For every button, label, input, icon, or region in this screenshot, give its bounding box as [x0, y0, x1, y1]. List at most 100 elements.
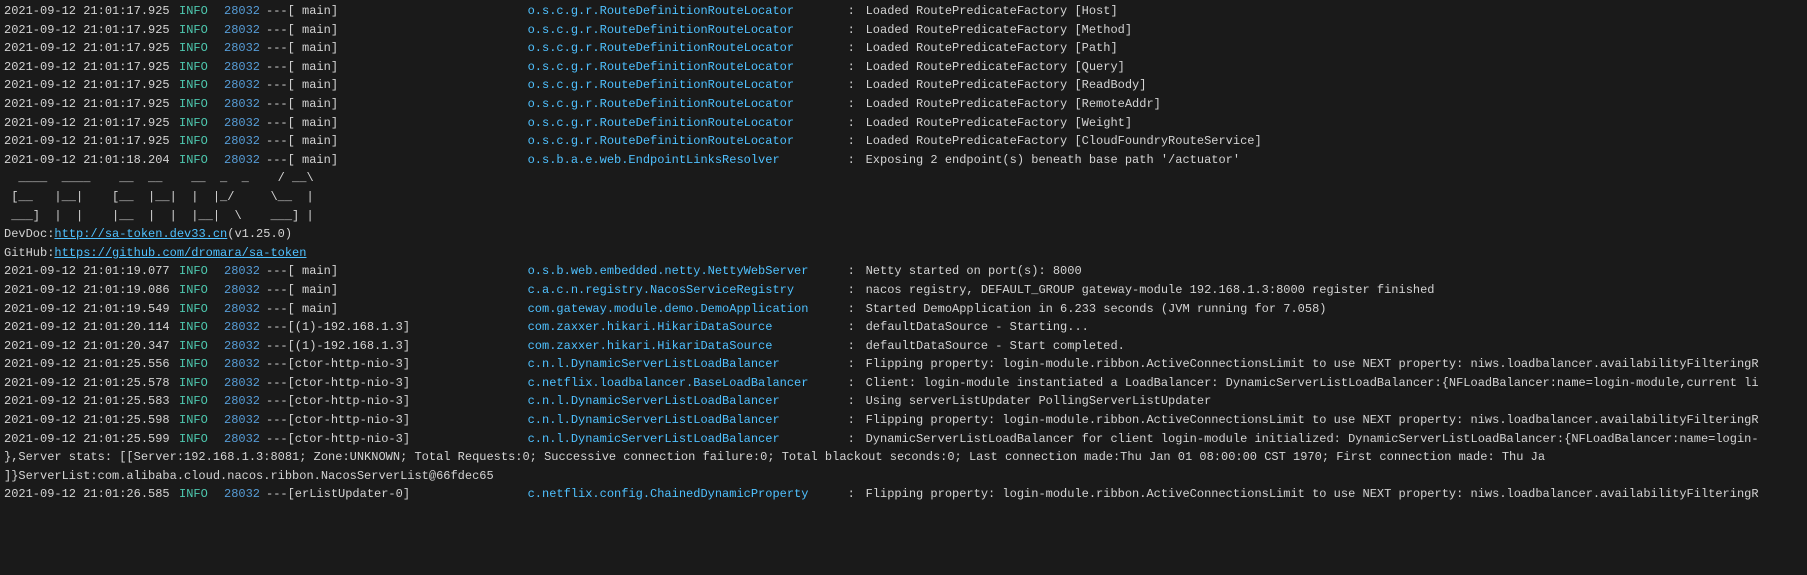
github-link[interactable]: https://github.com/dromara/sa-token — [54, 244, 306, 263]
log-logger: com.zaxxer.hikari.HikariDataSource — [528, 337, 848, 356]
log-level: INFO — [179, 132, 224, 151]
log-separator: --- — [266, 300, 288, 319]
log-message: },Server stats: [[Server:192.168.1.3:808… — [4, 448, 1803, 467]
log-logger: o.s.c.g.r.RouteDefinitionRouteLocator — [528, 39, 848, 58]
log-separator: --- — [266, 485, 288, 504]
log-logger: com.gateway.module.demo.DemoApplication — [528, 300, 848, 319]
log-thread: [ main] — [288, 2, 528, 21]
log-colon: : — [848, 300, 866, 319]
log-line: 2021-09-12 21:01:25.556 INFO 28032 --- [… — [4, 355, 1803, 374]
log-timestamp: 2021-09-12 21:01:25.598 — [4, 411, 179, 430]
log-message: defaultDataSource - Starting... — [866, 318, 1803, 337]
log-line: 2021-09-12 21:01:25.583 INFO 28032 --- [… — [4, 392, 1803, 411]
log-level: INFO — [179, 21, 224, 40]
log-thread: [ main] — [288, 281, 528, 300]
log-lines-bottom: 2021-09-12 21:01:19.077 INFO 28032 --- [… — [4, 262, 1803, 504]
log-container: 2021-09-12 21:01:17.925 INFO 28032 --- [… — [0, 0, 1807, 506]
log-thread: [ main] — [288, 114, 528, 133]
log-line: 2021-09-12 21:01:17.925 INFO 28032 --- [… — [4, 114, 1803, 133]
log-level: INFO — [179, 95, 224, 114]
log-colon: : — [848, 39, 866, 58]
log-logger: o.s.c.g.r.RouteDefinitionRouteLocator — [528, 114, 848, 133]
log-timestamp: 2021-09-12 21:01:19.077 — [4, 262, 179, 281]
devdoc-version: (v1.25.0) — [227, 225, 292, 244]
log-timestamp: 2021-09-12 21:01:26.585 — [4, 485, 179, 504]
log-pid: 28032 — [224, 430, 266, 449]
log-separator: --- — [266, 95, 288, 114]
log-colon: : — [848, 374, 866, 393]
log-separator: --- — [266, 2, 288, 21]
log-separator: --- — [266, 114, 288, 133]
log-thread: [ main] — [288, 39, 528, 58]
github-label: GitHub: — [4, 244, 54, 263]
log-thread: [ main] — [288, 95, 528, 114]
log-line: 2021-09-12 21:01:17.925 INFO 28032 --- [… — [4, 95, 1803, 114]
log-colon: : — [848, 281, 866, 300]
log-level: INFO — [179, 114, 224, 133]
log-colon: : — [848, 411, 866, 430]
log-level: INFO — [179, 151, 224, 170]
log-message: DynamicServerListLoadBalancer for client… — [866, 430, 1803, 449]
log-pid: 28032 — [224, 39, 266, 58]
log-message: Loaded RoutePredicateFactory [RemoteAddr… — [866, 95, 1803, 114]
log-message: Using serverListUpdater PollingServerLis… — [866, 392, 1803, 411]
log-pid: 28032 — [224, 411, 266, 430]
log-pid: 28032 — [224, 337, 266, 356]
log-message: Client: login-module instantiated a Load… — [866, 374, 1803, 393]
log-colon: : — [848, 132, 866, 151]
log-thread: [ main] — [288, 132, 528, 151]
log-pid: 28032 — [224, 485, 266, 504]
github-line: GitHub: https://github.com/dromara/sa-to… — [4, 244, 1803, 263]
log-timestamp: 2021-09-12 21:01:19.549 — [4, 300, 179, 319]
log-colon: : — [848, 392, 866, 411]
log-separator: --- — [266, 262, 288, 281]
log-separator: --- — [266, 151, 288, 170]
log-logger: c.n.l.DynamicServerListLoadBalancer — [528, 355, 848, 374]
log-thread: [(1)-192.168.1.3] — [288, 318, 528, 337]
log-lines-top: 2021-09-12 21:01:17.925 INFO 28032 --- [… — [4, 2, 1803, 169]
log-level: INFO — [179, 374, 224, 393]
log-line: 2021-09-12 21:01:17.925 INFO 28032 --- [… — [4, 132, 1803, 151]
log-timestamp: 2021-09-12 21:01:17.925 — [4, 39, 179, 58]
log-separator: --- — [266, 58, 288, 77]
log-thread: [ main] — [288, 58, 528, 77]
log-logger: c.a.c.n.registry.NacosServiceRegistry — [528, 281, 848, 300]
log-line: 2021-09-12 21:01:20.114 INFO 28032 --- [… — [4, 318, 1803, 337]
log-logger: o.s.c.g.r.RouteDefinitionRouteLocator — [528, 2, 848, 21]
log-message: Exposing 2 endpoint(s) beneath base path… — [866, 151, 1803, 170]
log-timestamp: 2021-09-12 21:01:17.925 — [4, 58, 179, 77]
log-logger: o.s.c.g.r.RouteDefinitionRouteLocator — [528, 132, 848, 151]
log-line: 2021-09-12 21:01:25.598 INFO 28032 --- [… — [4, 411, 1803, 430]
log-thread: [(1)-192.168.1.3] — [288, 337, 528, 356]
log-timestamp: 2021-09-12 21:01:17.925 — [4, 114, 179, 133]
log-level: INFO — [179, 337, 224, 356]
log-thread: [ctor-http-nio-3] — [288, 355, 528, 374]
log-message: Flipping property: login-module.ribbon.A… — [866, 411, 1803, 430]
log-timestamp: 2021-09-12 21:01:17.925 — [4, 76, 179, 95]
log-separator: --- — [266, 374, 288, 393]
log-message: Flipping property: login-module.ribbon.A… — [866, 355, 1803, 374]
log-logger: o.s.b.a.e.web.EndpointLinksResolver — [528, 151, 848, 170]
log-line: 2021-09-12 21:01:17.925 INFO 28032 --- [… — [4, 21, 1803, 40]
log-timestamp: 2021-09-12 21:01:18.204 — [4, 151, 179, 170]
log-pid: 28032 — [224, 132, 266, 151]
log-colon: : — [848, 337, 866, 356]
log-logger: o.s.c.g.r.RouteDefinitionRouteLocator — [528, 95, 848, 114]
log-message: Netty started on port(s): 8000 — [866, 262, 1803, 281]
log-thread: [ main] — [288, 262, 528, 281]
log-timestamp: 2021-09-12 21:01:25.599 — [4, 430, 179, 449]
log-pid: 28032 — [224, 262, 266, 281]
log-thread: [ main] — [288, 21, 528, 40]
log-pid: 28032 — [224, 58, 266, 77]
log-level: INFO — [179, 485, 224, 504]
devdoc-line: DevDoc: http://sa-token.dev33.cn (v1.25.… — [4, 225, 1803, 244]
log-message: nacos registry, DEFAULT_GROUP gateway-mo… — [866, 281, 1803, 300]
log-timestamp: 2021-09-12 21:01:20.114 — [4, 318, 179, 337]
log-timestamp: 2021-09-12 21:01:25.583 — [4, 392, 179, 411]
log-pid: 28032 — [224, 76, 266, 95]
log-message: Loaded RoutePredicateFactory [Method] — [866, 21, 1803, 40]
log-timestamp: 2021-09-12 21:01:17.925 — [4, 95, 179, 114]
log-logger: c.n.l.DynamicServerListLoadBalancer — [528, 411, 848, 430]
log-separator: --- — [266, 318, 288, 337]
devdoc-link[interactable]: http://sa-token.dev33.cn — [54, 225, 227, 244]
